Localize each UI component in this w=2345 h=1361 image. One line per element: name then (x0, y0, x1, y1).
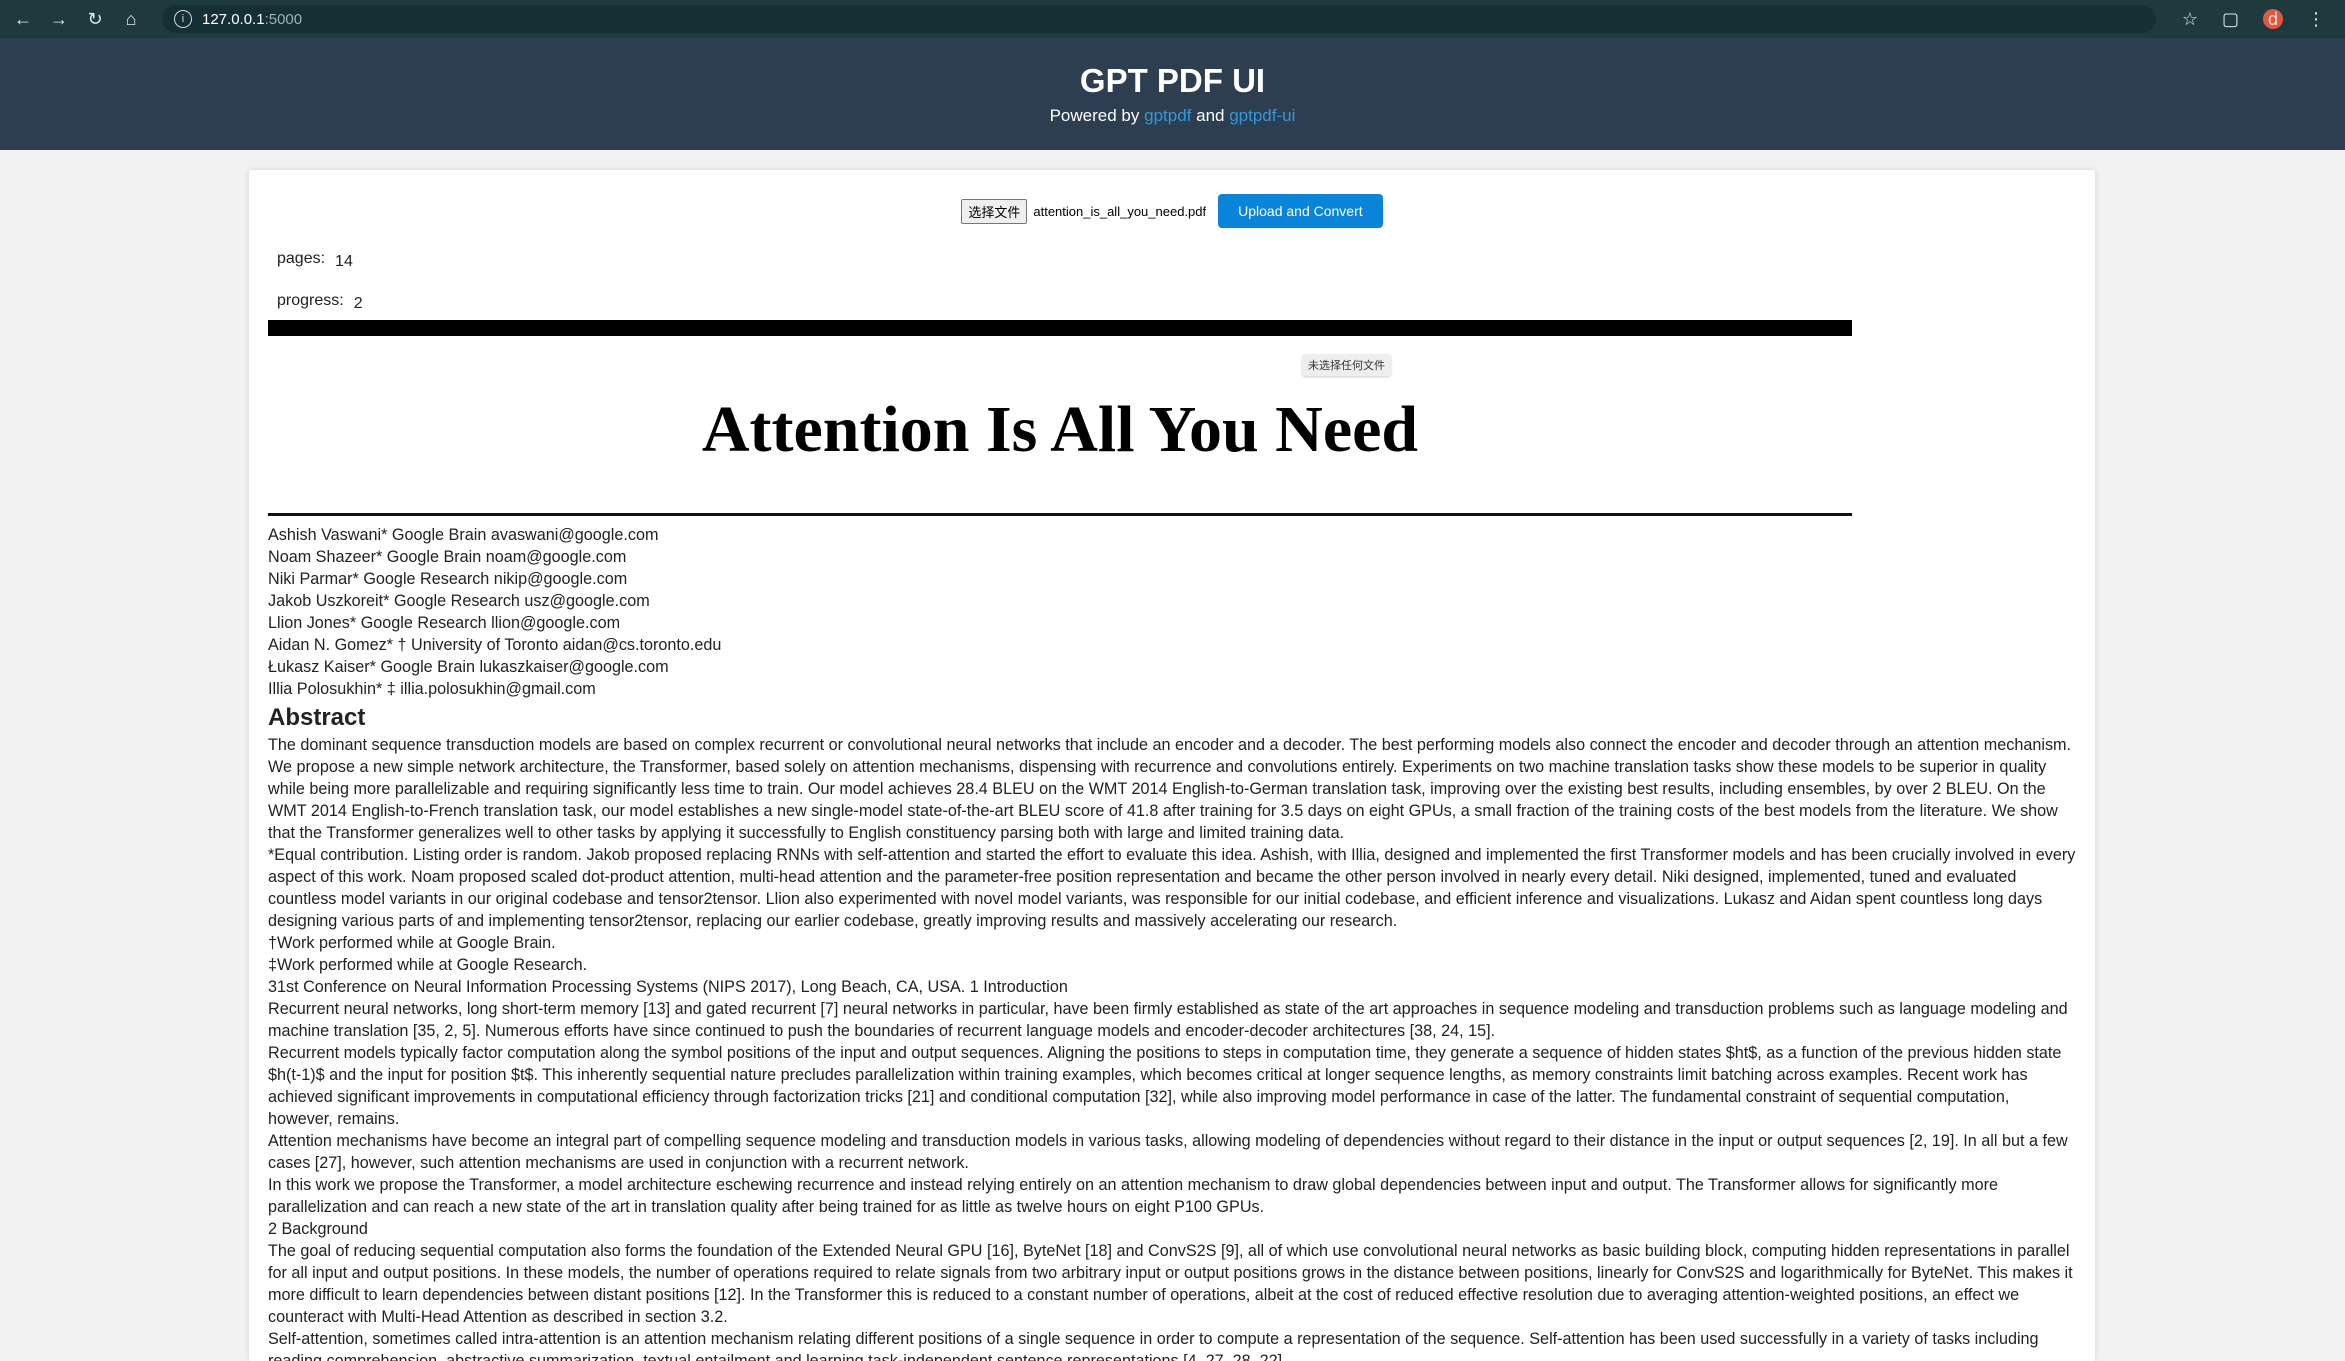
author-line: Noam Shazeer* Google Brain noam@google.c… (268, 548, 627, 566)
author-line: Llion Jones* Google Research llion@googl… (268, 614, 621, 632)
abstract-heading: Abstract (268, 704, 366, 731)
extensions-icon[interactable]: ▢ (2222, 9, 2239, 30)
paragraph: 31st Conference on Neural Information Pr… (268, 978, 1068, 996)
pages-value: 14 (335, 253, 353, 270)
pdf-page-image: 未选择任何文件 Attention Is All You Need (268, 320, 1852, 516)
choose-file-button[interactable]: 选择文件 (961, 198, 1028, 224)
url-port: :5000 (264, 10, 303, 28)
app-title: GPT PDF UI (1079, 62, 1266, 99)
paragraph: *Equal contribution. Listing order is ra… (268, 846, 2076, 930)
progress-value: 2 (353, 295, 363, 312)
author-line: Łukasz Kaiser* Google Brain lukaszkaiser… (268, 658, 669, 676)
progress-row: progress: 2 (277, 292, 363, 312)
paragraph: †Work performed while at Google Brain. (268, 934, 556, 952)
powered-by-text: Powered by (1049, 106, 1140, 125)
forward-arrow-icon[interactable]: → (44, 4, 74, 34)
address-bar[interactable]: i 127.0.0.1:5000 (162, 5, 2156, 33)
upload-convert-button[interactable]: Upload and Convert (1218, 194, 1383, 228)
app-header: GPT PDF UI Powered by gptpdf and gptpdf-… (0, 38, 2345, 150)
paper-title: Attention Is All You Need (701, 393, 1419, 466)
author-line: Aidan N. Gomez* † University of Toronto … (268, 636, 722, 654)
author-list: Ashish Vaswani* Google Brain avaswani@go… (268, 524, 2078, 700)
author-line: Niki Parmar* Google Research nikip@googl… (268, 570, 628, 588)
paragraph: ‡Work performed while at Google Research… (268, 956, 588, 974)
section-heading: 2 Background (268, 1220, 368, 1238)
pages-label: pages: (277, 250, 326, 267)
paragraph: Recurrent neural networks, long short-te… (268, 1000, 2068, 1040)
pages-row: pages: 14 (277, 250, 353, 270)
paragraph: Attention mechanisms have become an inte… (268, 1132, 2068, 1172)
bookmark-star-icon[interactable]: ☆ (2182, 9, 2198, 30)
profile-avatar[interactable]: d (2263, 9, 2283, 29)
paragraph: The dominant sequence transduction model… (268, 736, 2072, 842)
url-host: 127.0.0.1 (202, 10, 265, 28)
and-text: and (1196, 106, 1225, 125)
gptpdf-link[interactable]: gptpdf (1144, 106, 1191, 125)
site-info-icon[interactable]: i (174, 10, 192, 28)
paragraph: The goal of reducing sequential computat… (268, 1242, 2073, 1326)
author-line: Jakob Uszkoreit* Google Research usz@goo… (268, 592, 650, 610)
menu-kebab-icon[interactable]: ⋮ (2307, 9, 2325, 30)
upload-form: 选择文件 attention_is_all_you_need.pdf Uploa… (249, 194, 2095, 228)
paragraph: Recurrent models typically factor comput… (268, 1044, 2062, 1128)
converted-markdown: Ashish Vaswani* Google Brain avaswani@go… (268, 524, 2078, 1361)
no-file-chosen-chip: 未选择任何文件 (1302, 354, 1391, 376)
gptpdf-ui-link[interactable]: gptpdf-ui (1229, 106, 1295, 125)
author-line: Illia Polosukhin* ‡ illia.polosukhin@gma… (268, 680, 596, 698)
progress-label: progress: (277, 292, 344, 309)
app-subtitle: Powered by gptpdf and gptpdf-ui (0, 106, 2345, 126)
paragraph: Self-attention, sometimes called intra-a… (268, 1330, 2039, 1361)
author-line: Ashish Vaswani* Google Brain avaswani@go… (268, 526, 659, 544)
back-arrow-icon[interactable]: ← (8, 4, 38, 34)
selected-file-name: attention_is_all_you_need.pdf (1033, 203, 1207, 219)
reload-icon[interactable]: ↻ (80, 4, 110, 34)
home-icon[interactable]: ⌂ (116, 4, 146, 34)
main-card: 选择文件 attention_is_all_you_need.pdf Uploa… (249, 170, 2095, 1361)
browser-toolbar: ← → ↻ ⌂ i 127.0.0.1:5000 ☆ ▢ d ⋮ (0, 0, 2345, 38)
paragraph: In this work we propose the Transformer,… (268, 1176, 1998, 1216)
